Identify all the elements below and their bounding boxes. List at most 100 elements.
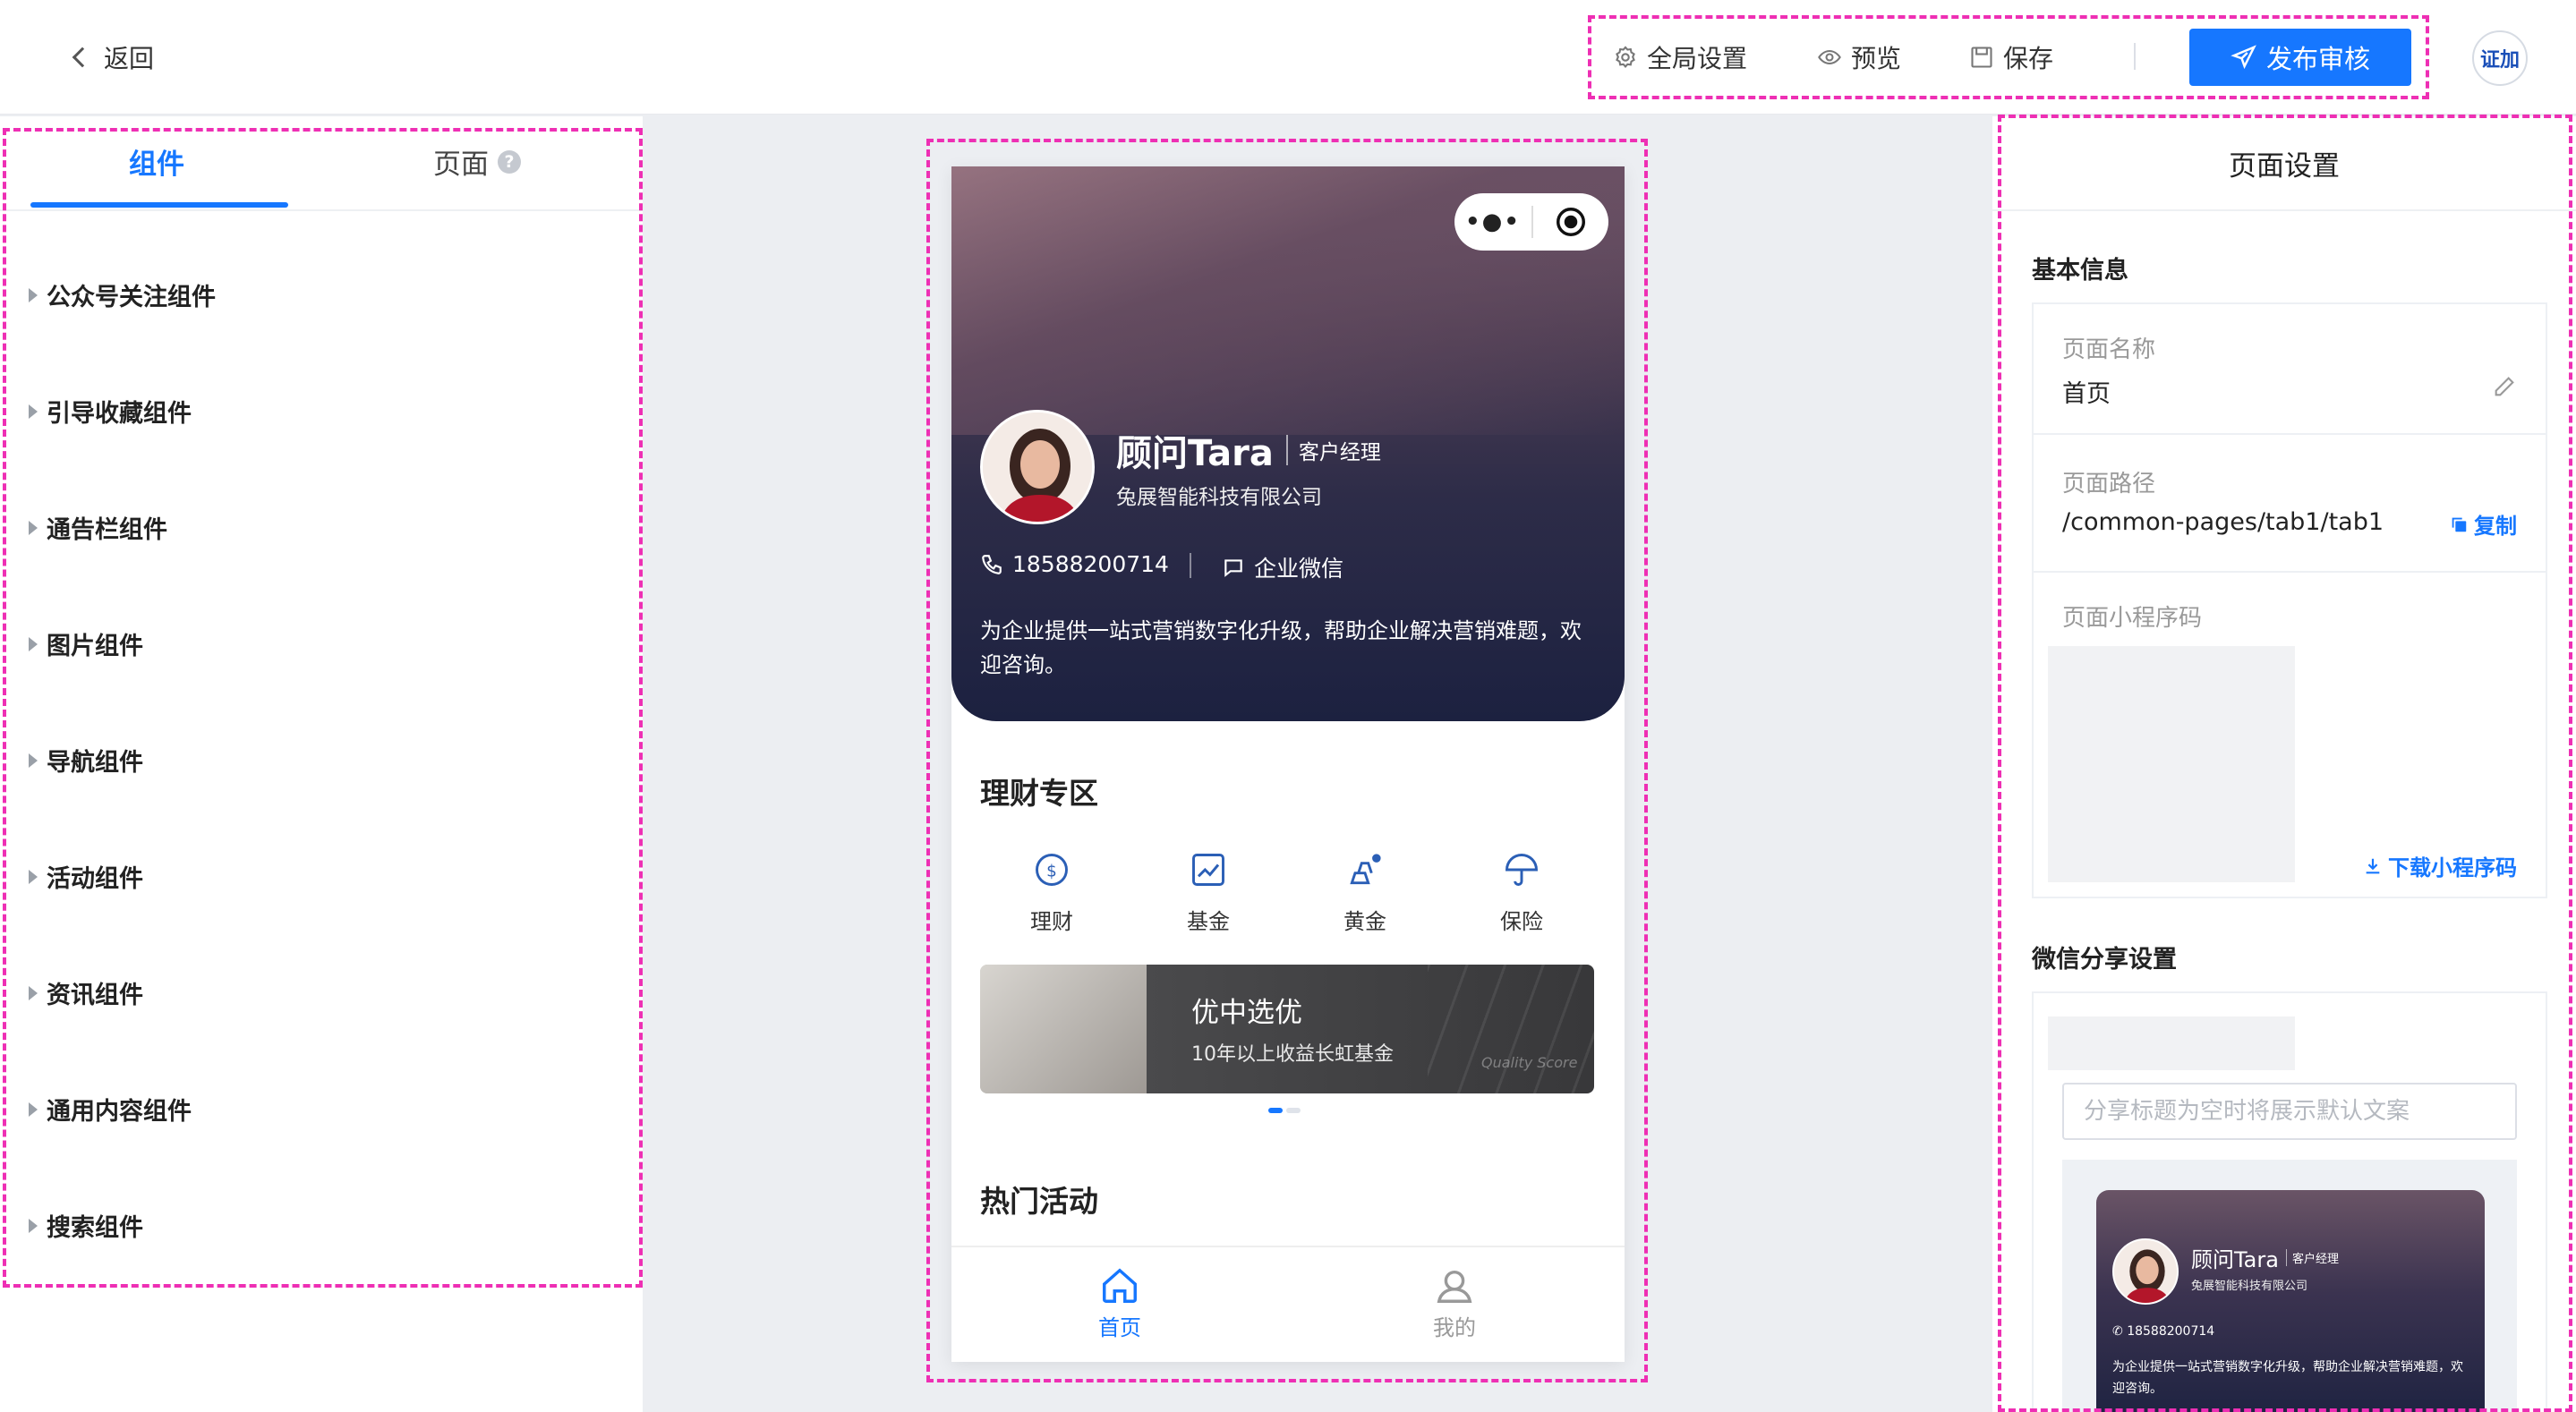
preview-company: 兔展智能科技有限公司 (2191, 1280, 2308, 1293)
umbrella-icon (1506, 854, 1538, 886)
chevron-left-icon (72, 47, 93, 68)
share-title-input[interactable] (2062, 1083, 2517, 1140)
share-settings-title: 微信分享设置 (2032, 946, 2177, 974)
back-label: 返回 (104, 44, 155, 73)
category-finance[interactable]: $ 理财 (998, 850, 1105, 935)
caret-right-icon (29, 753, 38, 768)
caret-right-icon (29, 1102, 38, 1117)
finance-section-title: 理财专区 (980, 776, 1098, 811)
banner-texture (1428, 965, 1594, 1093)
group-general-content[interactable]: 通用内容组件 (29, 1092, 192, 1127)
top-bar: 返回 全局设置 预览 保存 发布审核 证加 (0, 0, 2576, 115)
page-path-field: 页面路径 /common-pages/tab1/tab1 复制 (2034, 435, 2546, 573)
group-news[interactable]: 资讯组件 (29, 975, 143, 1010)
download-qrcode-button[interactable]: 下载小程序码 (2363, 850, 2517, 881)
group-label: 引导收藏组件 (47, 400, 192, 428)
preview-title: 客户经理 (2285, 1249, 2339, 1266)
wechat-contact[interactable]: 企业微信 (1222, 551, 1343, 583)
tab-page-label: 页面 (433, 149, 489, 181)
group-guide-favorite[interactable]: 引导收藏组件 (29, 394, 192, 429)
caret-right-icon (29, 869, 38, 884)
miniprogram-capsule[interactable]: •●• (1454, 193, 1608, 251)
edit-icon[interactable] (2492, 374, 2517, 399)
preview-button[interactable]: 预览 (1817, 39, 1901, 75)
publish-review-button[interactable]: 发布审核 (2189, 29, 2411, 86)
tab-components[interactable]: 组件 (129, 141, 184, 182)
tab-components-label: 组件 (129, 149, 184, 181)
promo-banner[interactable]: 优中选优 10年以上收益长虹基金 Quality Score (980, 965, 1594, 1093)
group-label: 公众号关注组件 (47, 284, 216, 311)
advisor-name-text: 顾问Tara (1116, 433, 1274, 474)
group-image[interactable]: 图片组件 (29, 626, 143, 661)
preview-label: 预览 (1851, 44, 1902, 73)
avatar-text: 证加 (2479, 49, 2520, 72)
group-label: 通告栏组件 (47, 516, 167, 544)
category-label: 黄金 (1343, 909, 1386, 934)
gold-icon (1350, 854, 1381, 885)
category-label: 保险 (1500, 909, 1543, 934)
copy-button[interactable]: 复制 (2449, 508, 2517, 540)
back-button[interactable]: 返回 (72, 38, 155, 77)
group-search[interactable]: 搜索组件 (29, 1208, 143, 1243)
phone-contact[interactable]: 18588200714 (980, 551, 1169, 577)
save-button[interactable]: 保存 (1969, 39, 2053, 75)
contact-divider (1190, 553, 1191, 578)
category-label: 理财 (1030, 909, 1073, 934)
category-insurance[interactable]: 保险 (1468, 850, 1575, 935)
banner-photo (980, 965, 1147, 1093)
qrcode-label: 页面小程序码 (2062, 605, 2203, 632)
home-icon (1103, 1268, 1137, 1303)
user-icon (1437, 1270, 1472, 1303)
advisor-company: 兔展智能科技有限公司 (1116, 486, 1322, 509)
copy-icon (2452, 517, 2467, 532)
tab-mine[interactable]: 我的 (1401, 1265, 1508, 1341)
group-label: 搜索组件 (47, 1214, 143, 1242)
tab-page[interactable]: 页面 ? (433, 141, 521, 182)
global-settings-label: 全局设置 (1647, 44, 1748, 73)
gear-icon (1616, 46, 1635, 68)
more-icon[interactable]: •●• (1454, 208, 1531, 235)
banner-title: 优中选优 (1191, 997, 1302, 1029)
basic-info-title: 基本信息 (2032, 257, 2128, 285)
qrcode-field: 页面小程序码 下载小程序码 (2034, 573, 2546, 897)
share-settings-card: 顾问Tara 客户经理 兔展智能科技有限公司 ✆ 18588200714 为企业… (2032, 991, 2547, 1412)
caret-right-icon (29, 985, 38, 1000)
svg-text:$: $ (1046, 862, 1057, 880)
group-label: 通用内容组件 (47, 1098, 192, 1126)
download-icon (2366, 858, 2380, 873)
help-icon[interactable]: ? (498, 149, 521, 174)
tab-home[interactable]: 首页 (1066, 1265, 1173, 1341)
preview-name: 顾问Tara 客户经理 (2191, 1242, 2339, 1273)
group-label: 图片组件 (47, 633, 143, 660)
phone-preview: •●• 顾问Tara 客户经理 兔展智能科技有限公司 18588200714 企… (951, 166, 1625, 1362)
group-notice-bar[interactable]: 通告栏组件 (29, 510, 167, 545)
close-target-icon[interactable] (1533, 205, 1608, 239)
advisor-title: 客户经理 (1285, 435, 1381, 465)
group-navigation[interactable]: 导航组件 (29, 743, 143, 778)
user-avatar[interactable]: 证加 (2472, 30, 2528, 86)
panel-tabs: 组件 页面 ? (0, 116, 643, 211)
business-card-header: •●• 顾问Tara 客户经理 兔展智能科技有限公司 18588200714 企… (951, 166, 1625, 721)
category-fund[interactable]: 基金 (1155, 850, 1262, 935)
preview-intro: 为企业提供一站式营销数字化升级，帮助企业解决营销难题，欢迎咨询。 (2112, 1360, 2463, 1396)
preview-avatar (2112, 1238, 2179, 1305)
category-label: 基金 (1187, 909, 1230, 934)
save-label: 保存 (2003, 44, 2054, 73)
activity-section-title: 热门活动 (980, 1184, 1098, 1219)
qrcode-placeholder (2048, 646, 2295, 882)
group-label: 资讯组件 (47, 982, 143, 1009)
page-path-label: 页面路径 (2062, 471, 2156, 498)
group-official-account[interactable]: 公众号关注组件 (29, 277, 216, 312)
chat-bubble-icon (1224, 559, 1242, 577)
toolbar-divider (2134, 43, 2136, 70)
category-gold[interactable]: 黄金 (1311, 850, 1419, 935)
global-settings-button[interactable]: 全局设置 (1613, 39, 1747, 75)
copy-label: 复制 (2474, 514, 2517, 539)
banner-overlay-text: Quality Score (1481, 1054, 1578, 1071)
caret-right-icon (29, 520, 38, 535)
bottom-tab-bar: 首页 我的 (951, 1246, 1625, 1362)
group-activity[interactable]: 活动组件 (29, 859, 143, 894)
caret-right-icon (29, 636, 38, 651)
advisor-avatar (980, 410, 1095, 524)
eye-icon (1818, 49, 1841, 65)
